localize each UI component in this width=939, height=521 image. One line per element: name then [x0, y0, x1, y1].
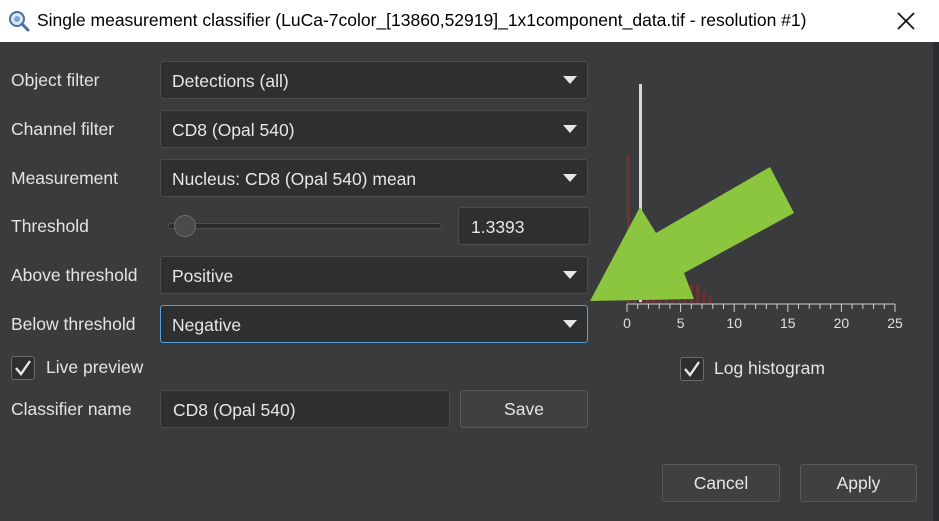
- chevron-down-icon: [563, 320, 577, 328]
- channel-filter-label: Channel filter: [11, 119, 115, 139]
- below-threshold-value: Negative: [172, 315, 242, 335]
- measurement-label: Measurement: [11, 168, 118, 188]
- cancel-button[interactable]: Cancel: [662, 464, 780, 502]
- above-threshold-label: Above threshold: [11, 265, 138, 285]
- x-tick-label: 25: [887, 315, 903, 331]
- threshold-label: Threshold: [11, 216, 89, 236]
- close-icon[interactable]: [893, 8, 919, 34]
- below-threshold-dropdown[interactable]: Negative: [160, 305, 588, 343]
- threshold-value: 1.3393: [471, 217, 525, 237]
- measurement-dropdown[interactable]: Nucleus: CD8 (Opal 540) mean: [160, 159, 588, 197]
- live-preview-label: Live preview: [46, 357, 144, 377]
- window-edge: [933, 42, 939, 521]
- window-title: Single measurement classifier (LuCa-7col…: [37, 10, 807, 30]
- object-filter-label: Object filter: [11, 70, 100, 90]
- chevron-down-icon: [563, 271, 577, 279]
- above-threshold-value: Positive: [172, 266, 234, 286]
- log-histogram-checkbox[interactable]: [680, 357, 704, 381]
- apply-button[interactable]: Apply: [800, 464, 917, 502]
- classifier-name-value: CD8 (Opal 540): [173, 400, 296, 420]
- checkmark-icon: [684, 361, 700, 377]
- qupath-magnifier-icon: [9, 11, 30, 32]
- below-threshold-label: Below threshold: [11, 314, 136, 334]
- threshold-input[interactable]: 1.3393: [458, 207, 590, 245]
- channel-filter-dropdown[interactable]: CD8 (Opal 540): [160, 110, 588, 148]
- annotation-arrow-icon: [590, 167, 794, 301]
- classifier-name-label: Classifier name: [11, 399, 132, 419]
- chevron-down-icon: [563, 125, 577, 133]
- log-histogram-label: Log histogram: [714, 358, 825, 378]
- classifier-name-input[interactable]: CD8 (Opal 540): [160, 390, 450, 428]
- chevron-down-icon: [563, 76, 577, 84]
- measurement-value: Nucleus: CD8 (Opal 540) mean: [172, 169, 417, 189]
- object-filter-value: Detections (all): [172, 71, 289, 91]
- save-button[interactable]: Save: [460, 390, 588, 428]
- object-filter-dropdown[interactable]: Detections (all): [160, 61, 588, 99]
- threshold-slider-track[interactable]: [168, 223, 442, 229]
- channel-filter-value: CD8 (Opal 540): [172, 120, 295, 140]
- threshold-slider-thumb[interactable]: [174, 215, 196, 237]
- above-threshold-dropdown[interactable]: Positive: [160, 256, 588, 294]
- title-bar: Single measurement classifier (LuCa-7col…: [0, 0, 939, 42]
- chevron-down-icon: [563, 174, 577, 182]
- x-tick-label: 20: [834, 315, 850, 331]
- checkmark-icon: [15, 360, 31, 376]
- live-preview-checkbox[interactable]: [11, 356, 35, 380]
